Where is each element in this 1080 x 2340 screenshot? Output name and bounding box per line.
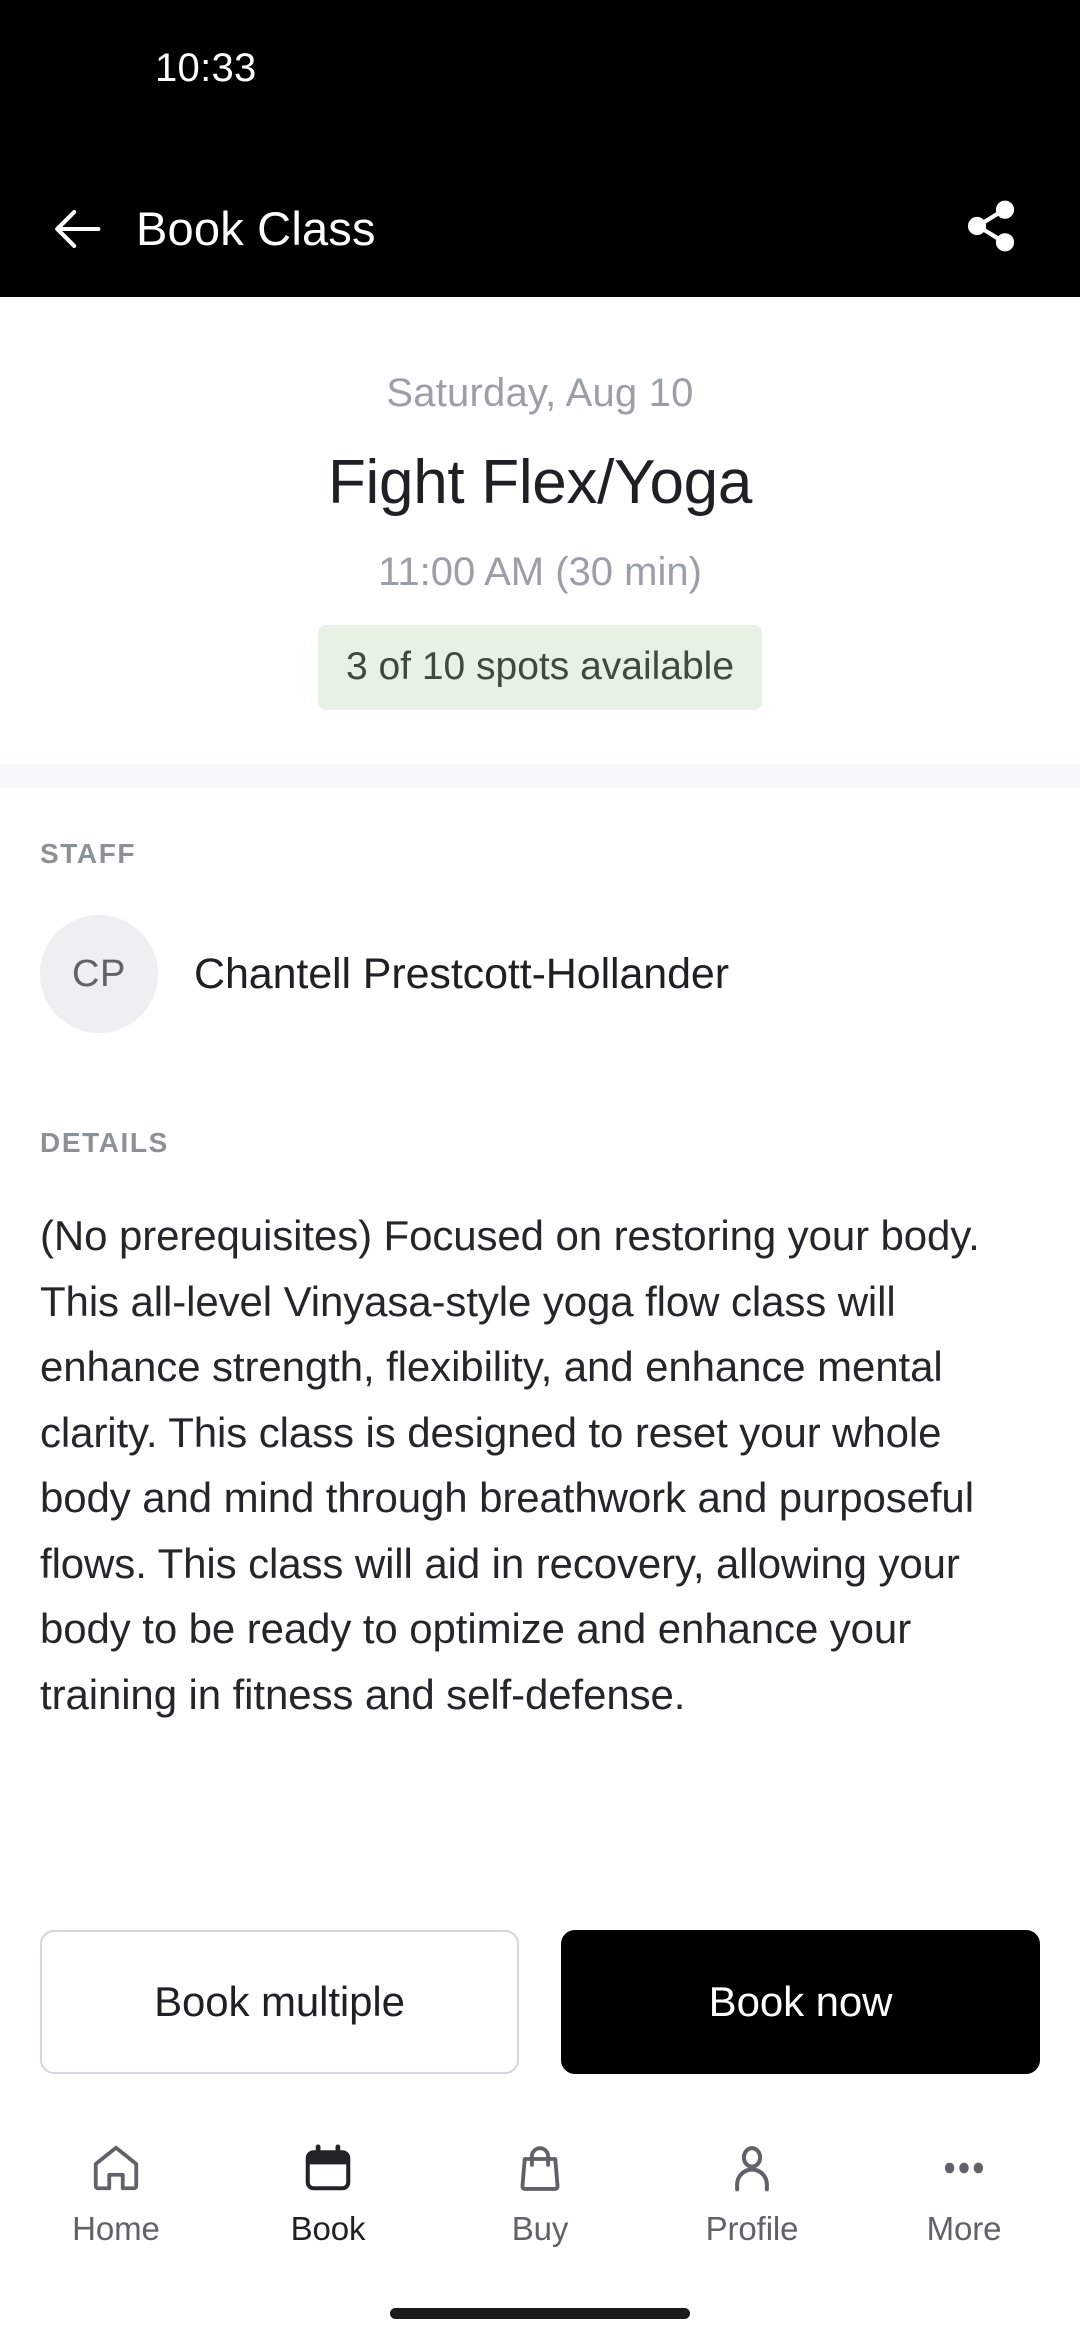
calendar-icon	[301, 2136, 355, 2200]
nav-label-more: More	[926, 2210, 1002, 2247]
staff-section-label: STAFF	[40, 838, 137, 870]
back-button[interactable]	[46, 196, 112, 262]
staff-section: STAFF CP Chantell Prestcott-Hollander	[0, 788, 1080, 1078]
bottom-navigation: Home Book Buy Profile More	[0, 2108, 1080, 2294]
share-icon	[963, 198, 1019, 259]
class-time: 11:00 AM (30 min)	[378, 550, 702, 595]
nav-item-buy[interactable]: Buy	[445, 2136, 635, 2248]
arrow-left-icon	[50, 200, 108, 258]
staff-name: Chantell Prestcott-Hollander	[194, 949, 729, 998]
section-divider	[0, 764, 1080, 789]
availability-badge: 3 of 10 spots available	[317, 625, 763, 711]
book-now-button[interactable]: Book now	[561, 1930, 1040, 2074]
nav-label-buy: Buy	[511, 2210, 569, 2247]
app-bar: Book Class	[0, 160, 1080, 297]
more-dots-icon	[937, 2136, 991, 2200]
staff-row[interactable]: CP Chantell Prestcott-Hollander	[40, 870, 1040, 1077]
action-bar: Book multiple Book now	[0, 1902, 1080, 2108]
nav-item-profile[interactable]: Profile	[657, 2136, 847, 2248]
nav-item-book[interactable]: Book	[233, 2136, 423, 2248]
home-indicator[interactable]	[390, 2307, 690, 2319]
details-section-label: DETAILS	[40, 1127, 169, 1159]
app-screen: 10:33 Book Class Saturday, Aug 10 Fight …	[0, 0, 1080, 2340]
nav-label-home: Home	[72, 2210, 160, 2247]
home-indicator-area	[0, 2294, 1080, 2340]
details-body: (No prerequisites) Focused on restoring …	[40, 1212, 980, 1718]
details-section: DETAILS (No prerequisites) Focused on re…	[0, 1077, 1080, 1728]
class-date: Saturday, Aug 10	[386, 371, 694, 415]
home-icon	[89, 2136, 143, 2200]
class-header: Saturday, Aug 10 Fight Flex/Yoga 11:00 A…	[0, 297, 1080, 765]
bag-icon	[513, 2136, 567, 2200]
nav-label-book: Book	[290, 2210, 366, 2247]
scroll-content[interactable]: Saturday, Aug 10 Fight Flex/Yoga 11:00 A…	[0, 297, 1080, 1902]
book-multiple-button[interactable]: Book multiple	[40, 1930, 519, 2074]
person-icon	[725, 2136, 779, 2200]
nav-item-more[interactable]: More	[869, 2136, 1059, 2248]
status-bar-clock: 10:33	[155, 45, 257, 90]
nav-label-profile: Profile	[705, 2210, 799, 2247]
share-button[interactable]	[954, 192, 1028, 266]
nav-item-home[interactable]: Home	[21, 2136, 211, 2248]
status-bar: 10:33	[0, 0, 1080, 160]
avatar: CP	[40, 915, 158, 1034]
class-title: Fight Flex/Yoga	[327, 448, 753, 517]
page-title: Book Class	[136, 202, 376, 255]
